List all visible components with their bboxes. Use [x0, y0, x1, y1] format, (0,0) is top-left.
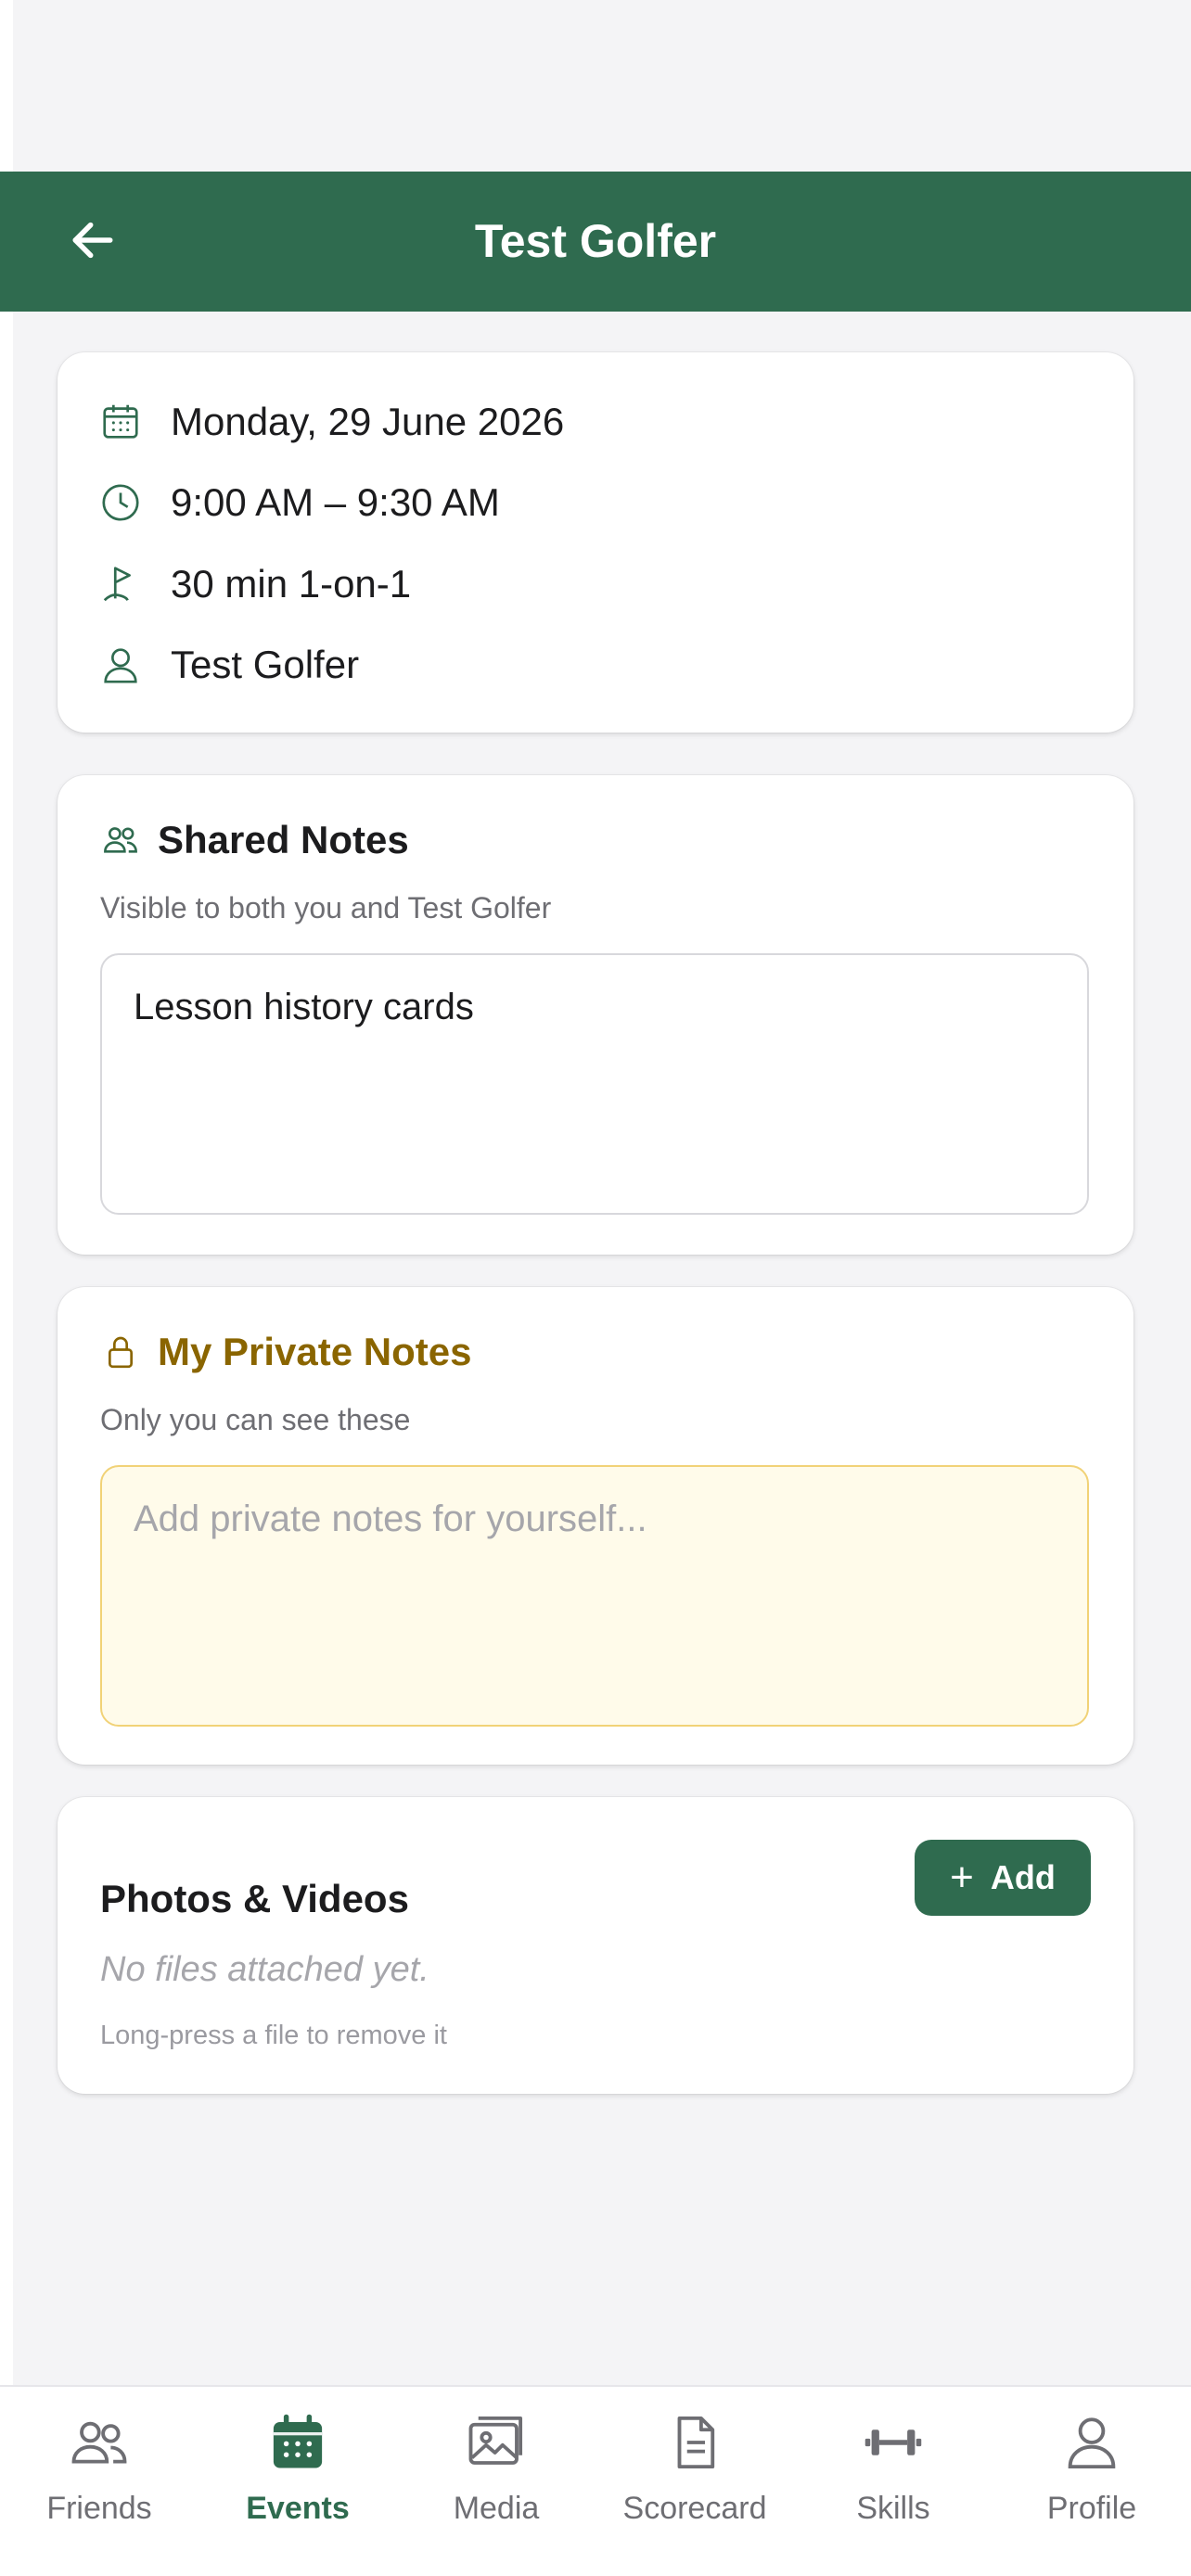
tab-friends[interactable]: Friends — [0, 2387, 198, 2576]
private-notes-header: My Private Notes — [98, 1330, 471, 1374]
tab-profile-label: Profile — [1046, 2491, 1137, 2526]
dumbbell-icon — [860, 2409, 927, 2476]
page-title: Test Golfer — [474, 215, 717, 267]
tab-media-label: Media — [453, 2491, 540, 2526]
private-notes-card: My Private Notes Only you can see these … — [58, 1287, 1133, 1765]
remove-hint: Long-press a file to remove it — [100, 2021, 447, 2050]
lesson-time: 9:00 AM – 9:30 AM — [171, 480, 500, 524]
private-notes-subtitle: Only you can see these — [100, 1403, 411, 1436]
tab-scorecard[interactable]: Scorecard — [596, 2387, 794, 2576]
private-notes-input[interactable]: Add private notes for yourself... — [100, 1465, 1089, 1727]
users-icon — [66, 2409, 133, 2476]
shared-notes-subtitle: Visible to both you and Test Golfer — [100, 891, 552, 925]
clock-icon — [98, 480, 143, 525]
time-row: 9:00 AM – 9:30 AM — [98, 475, 500, 530]
lock-icon — [98, 1330, 143, 1374]
images-icon — [463, 2409, 530, 2476]
empty-state-text: No files attached yet. — [100, 1950, 429, 1989]
bottom-tab-bar: Friends Events Media Scorecard Skills Pr… — [0, 2385, 1191, 2576]
lesson-details-card: Monday, 29 June 2026 9:00 AM – 9:30 AM 3… — [58, 352, 1133, 733]
shared-notes-card: Shared Notes Visible to both you and Tes… — [58, 775, 1133, 1255]
private-notes-title: My Private Notes — [158, 1330, 472, 1373]
tab-skills-label: Skills — [856, 2491, 930, 2526]
add-media-button[interactable]: + Add — [915, 1840, 1091, 1916]
person-icon — [1058, 2409, 1125, 2476]
type-row: 30 min 1-on-1 — [98, 556, 411, 612]
tab-friends-label: Friends — [46, 2491, 152, 2526]
tab-media[interactable]: Media — [397, 2387, 596, 2576]
users-icon — [98, 818, 143, 862]
photos-videos-title: Photos & Videos — [100, 1877, 409, 1920]
shared-notes-input[interactable]: Lesson history cards — [100, 953, 1089, 1215]
top-app-bar: Test Golfer — [0, 172, 1191, 312]
student-row: Test Golfer — [98, 637, 359, 693]
golf-flag-icon — [98, 562, 143, 606]
lesson-type: 30 min 1-on-1 — [171, 562, 412, 606]
document-icon — [661, 2409, 728, 2476]
tab-skills[interactable]: Skills — [794, 2387, 992, 2576]
calendar-icon — [264, 2409, 331, 2476]
tab-scorecard-label: Scorecard — [622, 2491, 767, 2526]
tab-profile[interactable]: Profile — [992, 2387, 1191, 2576]
add-media-label: Add — [990, 1858, 1056, 1896]
shared-notes-title: Shared Notes — [158, 818, 409, 861]
calendar-icon — [98, 400, 143, 444]
photos-videos-card: Photos & Videos + Add No files attached … — [58, 1797, 1133, 2094]
person-icon — [98, 643, 143, 687]
plus-icon: + — [950, 1855, 974, 1900]
left-edge — [0, 0, 13, 2576]
date-row: Monday, 29 June 2026 — [98, 394, 564, 450]
tab-events-label: Events — [246, 2491, 350, 2526]
student-name: Test Golfer — [171, 643, 360, 686]
lesson-date: Monday, 29 June 2026 — [171, 400, 565, 443]
tab-events[interactable]: Events — [198, 2387, 397, 2576]
shared-notes-header: Shared Notes — [98, 818, 409, 862]
